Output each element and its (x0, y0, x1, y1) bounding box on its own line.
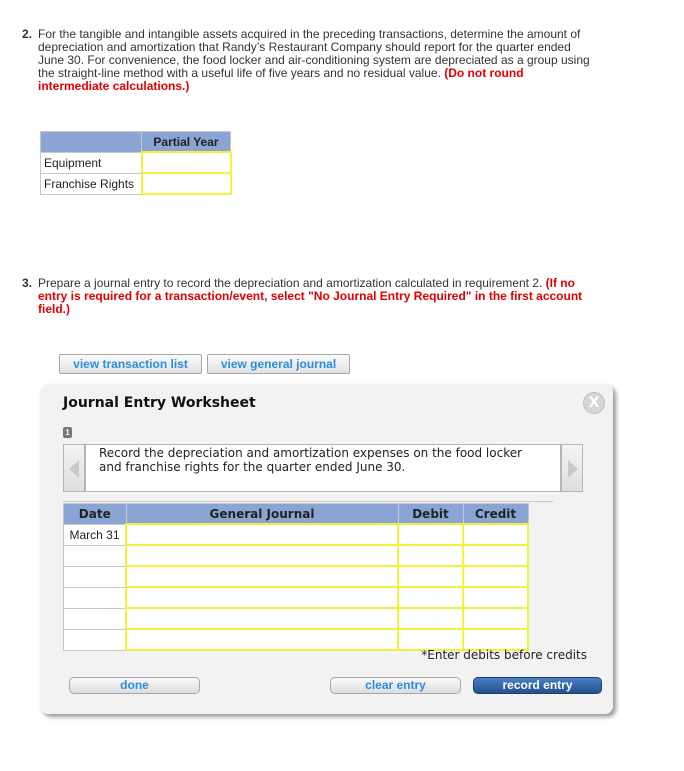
account-input[interactable] (125, 586, 399, 609)
divider (63, 501, 553, 502)
equipment-partial-year-input[interactable] (140, 151, 232, 174)
table-row (63, 565, 529, 588)
next-step-button[interactable] (561, 444, 583, 492)
credit-input[interactable] (462, 586, 529, 609)
close-icon[interactable]: X (583, 392, 605, 414)
journal-entry-worksheet-panel: Journal Entry Worksheet X 1 Record the d… (40, 384, 613, 714)
journal-table: Date General Journal Debit Credit March … (63, 503, 529, 651)
chevron-left-icon (69, 460, 79, 478)
debit-input[interactable] (397, 544, 464, 567)
table-row: Franchise Rights (40, 172, 232, 195)
table-row (63, 628, 529, 651)
date-cell: March 31 (63, 523, 127, 546)
column-header-date: Date (63, 503, 127, 525)
debit-input[interactable] (397, 628, 464, 651)
step-badge[interactable]: 1 (63, 427, 72, 438)
done-button[interactable]: done (69, 677, 200, 694)
table-header-partial-year: Partial Year (141, 131, 231, 153)
account-input[interactable] (125, 544, 399, 567)
date-cell (63, 607, 127, 630)
view-transaction-list-button[interactable]: view transaction list (59, 354, 202, 374)
table-row (63, 544, 529, 567)
record-entry-button[interactable]: record entry (473, 677, 602, 694)
table-row (63, 586, 529, 609)
account-input[interactable] (125, 565, 399, 588)
account-input[interactable] (125, 628, 399, 651)
account-input[interactable] (125, 523, 399, 546)
row-label-franchise-rights: Franchise Rights (40, 172, 142, 195)
debit-input[interactable] (397, 523, 464, 546)
table-row: March 31 (63, 523, 529, 546)
step-description: Record the depreciation and amortization… (85, 444, 561, 492)
credit-input[interactable] (462, 565, 529, 588)
column-header-credit: Credit (462, 503, 529, 525)
chevron-right-icon (568, 460, 578, 478)
table-row (63, 607, 529, 630)
question-number: 3. (22, 276, 33, 290)
credit-input[interactable] (462, 628, 529, 651)
date-cell (63, 586, 127, 609)
account-input[interactable] (125, 607, 399, 630)
credit-input[interactable] (462, 523, 529, 546)
date-cell (63, 544, 127, 567)
column-header-debit: Debit (397, 503, 464, 525)
table-row: Equipment (40, 151, 232, 174)
date-cell (63, 628, 127, 651)
question-2: 2. For the tangible and intangible asset… (22, 28, 592, 93)
row-label-equipment: Equipment (40, 151, 142, 174)
credit-input[interactable] (462, 544, 529, 567)
view-general-journal-button[interactable]: view general journal (207, 354, 350, 374)
question-3: 3. Prepare a journal entry to record the… (22, 277, 592, 316)
previous-step-button[interactable] (63, 444, 85, 492)
debit-input[interactable] (397, 607, 464, 630)
worksheet-title: Journal Entry Worksheet (63, 395, 256, 411)
partial-year-table: Partial Year Equipment Franchise Rights (40, 131, 232, 195)
franchise-rights-partial-year-input[interactable] (140, 172, 232, 195)
debit-input[interactable] (397, 586, 464, 609)
question-text: Prepare a journal entry to record the de… (38, 276, 543, 290)
question-number: 2. (22, 27, 33, 41)
debit-input[interactable] (397, 565, 464, 588)
clear-entry-button[interactable]: clear entry (330, 677, 461, 694)
debits-before-credits-note: *Enter debits before credits (421, 648, 587, 662)
column-header-general-journal: General Journal (125, 503, 399, 525)
date-cell (63, 565, 127, 588)
credit-input[interactable] (462, 607, 529, 630)
table-header-blank (40, 131, 142, 153)
